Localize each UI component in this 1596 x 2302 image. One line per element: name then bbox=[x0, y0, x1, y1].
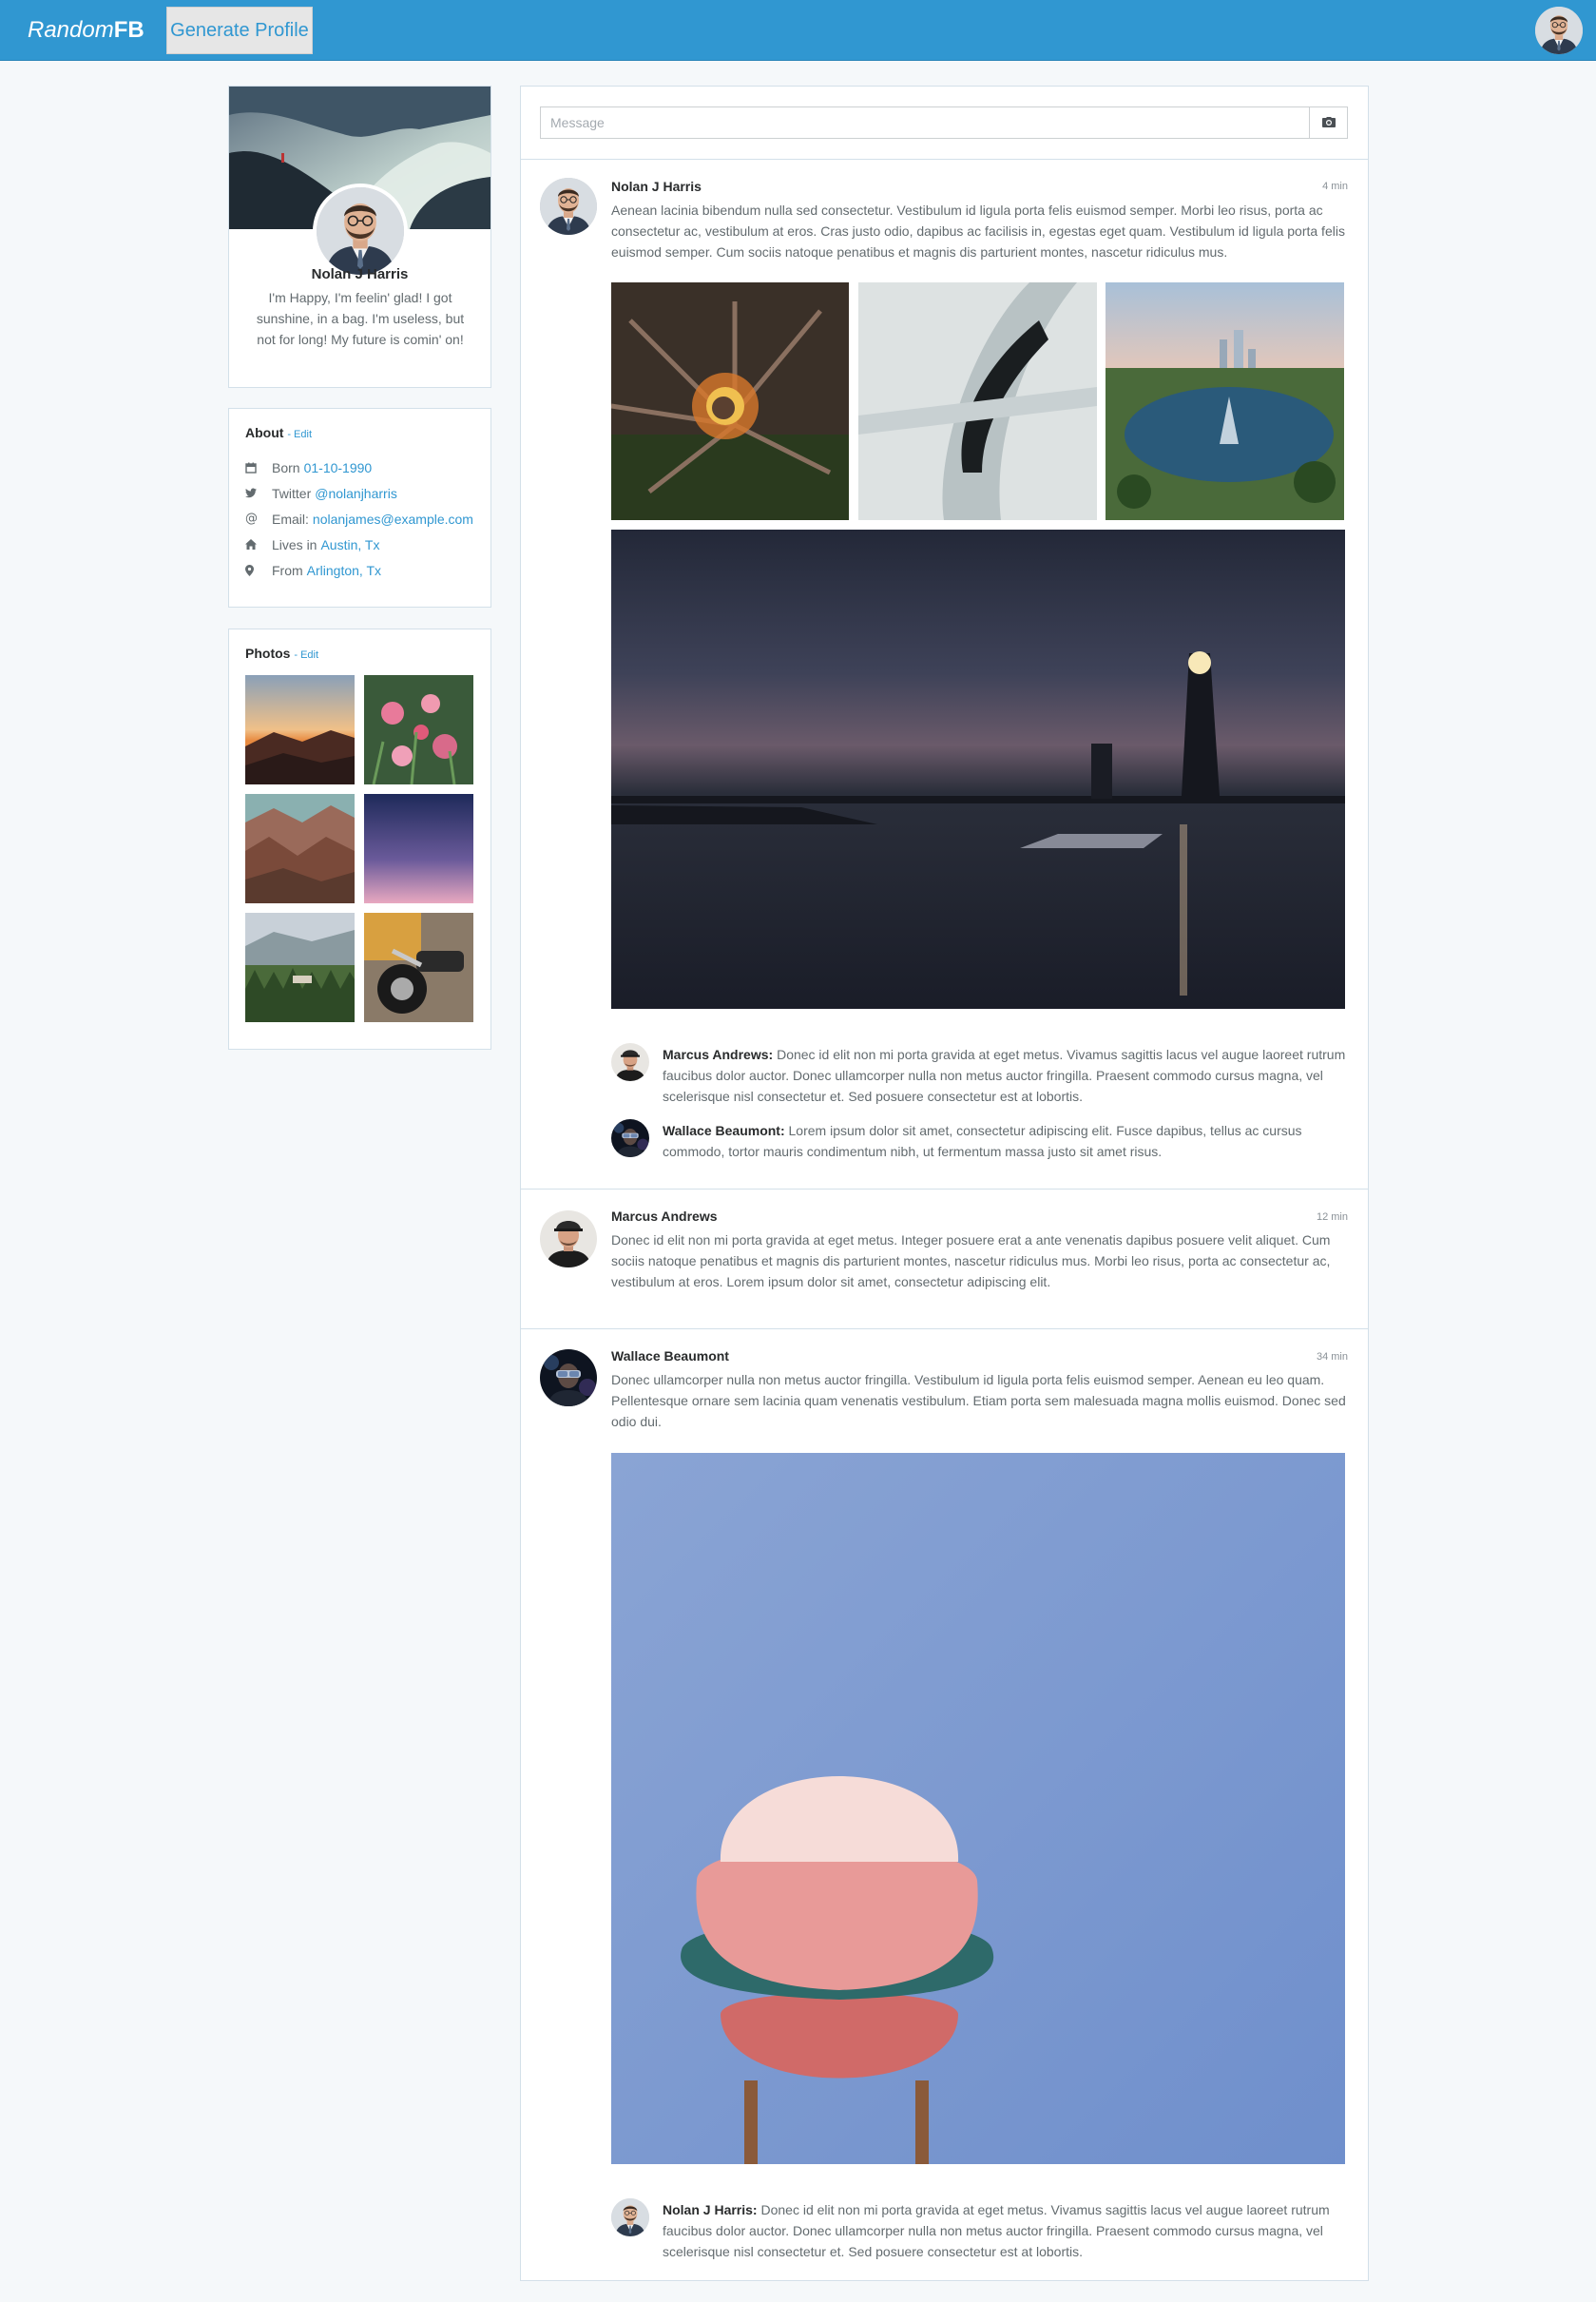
twitter-icon bbox=[245, 488, 272, 498]
about-item-from: From Arlington, Tx bbox=[245, 557, 483, 583]
post-text: Donec ullamcorper nulla non metus auctor… bbox=[611, 1372, 1346, 1429]
message-composer bbox=[540, 106, 1348, 139]
comment: Nolan J Harris: Donec id elit non mi por… bbox=[663, 2199, 1352, 2262]
comment-author[interactable]: Nolan J Harris: bbox=[663, 2202, 758, 2217]
brand-fb: FB bbox=[113, 17, 144, 43]
photos-card: Photos - Edit bbox=[228, 629, 491, 1050]
at-icon: @ bbox=[245, 512, 258, 526]
about-item-born: Born 01-10-1990 bbox=[245, 455, 483, 480]
about-item-email: @ Email: nolanjames@example.com bbox=[245, 506, 483, 532]
camera-icon bbox=[1321, 116, 1336, 130]
divider bbox=[521, 159, 1368, 160]
profile-name: Nolan J Harris bbox=[311, 266, 409, 282]
about-twitter-label: Twitter bbox=[272, 485, 312, 501]
photo-thumb-sunset[interactable] bbox=[245, 675, 355, 784]
about-born-value[interactable]: 01-10-1990 bbox=[304, 460, 373, 475]
post-image-lighthouse[interactable] bbox=[611, 530, 1345, 1009]
photo-thumb-motorcycle[interactable] bbox=[364, 913, 473, 1022]
post-time: 34 min bbox=[1316, 1351, 1348, 1363]
comment: Marcus Andrews: Donec id elit non mi por… bbox=[663, 1044, 1352, 1107]
map-marker-icon bbox=[245, 564, 272, 576]
about-twitter-value[interactable]: @nolanjharris bbox=[315, 486, 397, 501]
about-card: About - Edit Born 01-10-1990 Twitter @no… bbox=[228, 408, 491, 608]
about-from-label: From bbox=[272, 562, 303, 578]
photo-thumb-flowers[interactable] bbox=[364, 675, 473, 784]
photos-edit-link[interactable]: - Edit bbox=[294, 649, 318, 661]
brand-random: Random bbox=[28, 17, 114, 43]
post-text: Donec id elit non mi porta gravida at eg… bbox=[611, 1232, 1331, 1289]
post-avatar[interactable] bbox=[540, 1349, 597, 1406]
post-time: 4 min bbox=[1322, 181, 1348, 192]
photo-thumb-canyon[interactable] bbox=[245, 794, 355, 903]
about-born-label: Born bbox=[272, 459, 300, 475]
post-image-city-lake[interactable] bbox=[1106, 282, 1344, 520]
about-title-text: About bbox=[245, 425, 284, 440]
post-image-sculpture[interactable] bbox=[858, 282, 1097, 520]
profile-card: Nolan J Harris I'm Happy, I'm feelin' gl… bbox=[228, 86, 491, 388]
comment: Wallace Beaumont: Lorem ipsum dolor sit … bbox=[663, 1120, 1352, 1162]
post-avatar[interactable] bbox=[540, 1210, 597, 1267]
comment-avatar[interactable] bbox=[611, 1043, 649, 1081]
brand-logo[interactable]: RandomFB bbox=[28, 15, 144, 46]
comment-avatar[interactable] bbox=[611, 2198, 649, 2236]
post-avatar[interactable] bbox=[540, 178, 597, 235]
photos-title: Photos - Edit bbox=[245, 646, 318, 661]
about-item-lives: Lives in Austin, Tx bbox=[245, 532, 483, 557]
profile-bio: I'm Happy, I'm feelin' glad! I got sunsh… bbox=[256, 290, 465, 347]
post-image-campfire[interactable] bbox=[611, 282, 849, 520]
photo-thumb-forest[interactable] bbox=[245, 913, 355, 1022]
profile-avatar[interactable] bbox=[313, 184, 408, 279]
about-list: Born 01-10-1990 Twitter @nolanjharris @ … bbox=[245, 455, 483, 583]
about-title: About - Edit bbox=[245, 425, 312, 440]
post-text: Aenean lacinia bibendum nulla sed consec… bbox=[611, 203, 1345, 260]
photo-thumb-purple-sky[interactable] bbox=[364, 794, 473, 903]
about-email-value[interactable]: nolanjames@example.com bbox=[313, 512, 473, 527]
post-time: 12 min bbox=[1316, 1211, 1348, 1223]
divider bbox=[521, 1189, 1368, 1190]
post-author[interactable]: Wallace Beaumont bbox=[611, 1348, 729, 1364]
about-from-value[interactable]: Arlington, Tx bbox=[307, 563, 381, 578]
feed-card: Nolan J Harris 4 min Aenean lacinia bibe… bbox=[520, 86, 1369, 2281]
about-lives-label: Lives in bbox=[272, 536, 317, 552]
navbar: RandomFB Generate Profile bbox=[0, 0, 1596, 61]
comment-avatar[interactable] bbox=[611, 1119, 649, 1157]
comment-author[interactable]: Wallace Beaumont: bbox=[663, 1123, 785, 1138]
photos-title-text: Photos bbox=[245, 646, 291, 661]
about-edit-link[interactable]: - Edit bbox=[287, 429, 312, 440]
comment-author[interactable]: Marcus Andrews: bbox=[663, 1047, 773, 1062]
calendar-icon bbox=[245, 462, 272, 474]
user-avatar[interactable] bbox=[1535, 7, 1583, 54]
post-author[interactable]: Marcus Andrews bbox=[611, 1209, 718, 1224]
comment-text: Donec id elit non mi porta gravida at eg… bbox=[663, 2202, 1330, 2259]
home-icon bbox=[245, 539, 272, 550]
post-image-burger-sign[interactable] bbox=[611, 1453, 1345, 2164]
generate-profile-button[interactable]: Generate Profile bbox=[166, 7, 313, 54]
about-email-label: Email: bbox=[272, 511, 309, 527]
camera-button[interactable] bbox=[1309, 107, 1347, 138]
divider bbox=[521, 1328, 1368, 1329]
post-author[interactable]: Nolan J Harris bbox=[611, 179, 702, 194]
message-input[interactable] bbox=[541, 107, 1310, 138]
about-lives-value[interactable]: Austin, Tx bbox=[320, 537, 379, 552]
about-item-twitter: Twitter @nolanjharris bbox=[245, 480, 483, 506]
